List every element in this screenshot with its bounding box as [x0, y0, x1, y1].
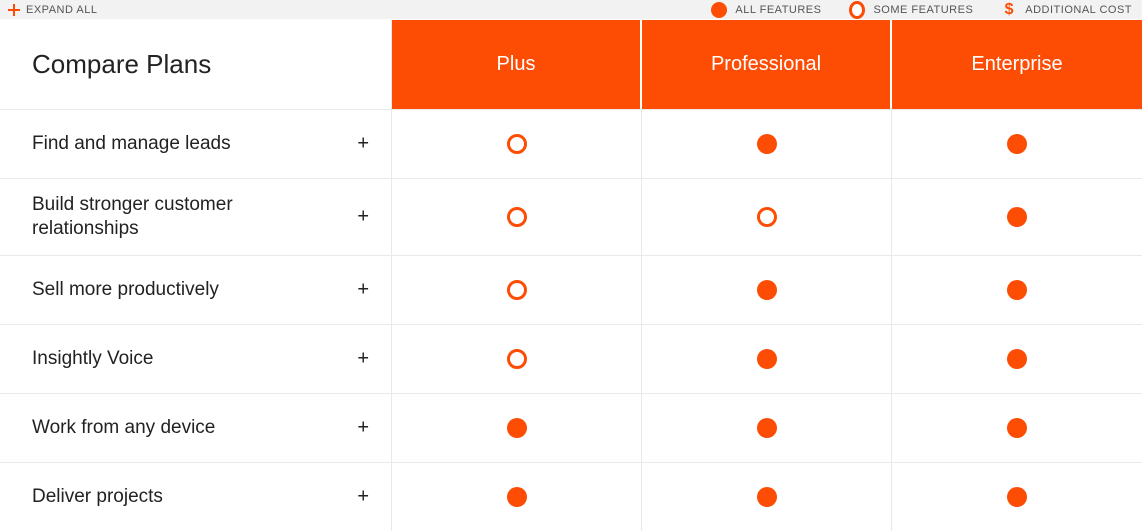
some-features-icon: [507, 349, 527, 369]
legend-additional-cost-label: ADDITIONAL COST: [1025, 4, 1132, 16]
value-cell: [392, 325, 642, 393]
table-row: Sell more productively+: [0, 255, 1142, 324]
some-features-icon: [507, 134, 527, 154]
expand-row-button[interactable]: +: [357, 133, 369, 156]
header-row: Compare Plans Plus Professional Enterpri…: [0, 20, 1142, 109]
expand-row-button[interactable]: +: [357, 205, 369, 228]
value-cell: [392, 463, 642, 531]
topbar: EXPAND ALL ALL FEATURES SOME FEATURES $ …: [0, 0, 1142, 20]
plan-header-enterprise: Enterprise: [892, 20, 1142, 109]
all-features-icon: [1007, 349, 1027, 369]
feature-label: Find and manage leads: [32, 132, 391, 156]
value-cell: [392, 394, 642, 462]
value-cell: [892, 325, 1142, 393]
expand-row-button[interactable]: +: [357, 485, 369, 508]
value-cell: [642, 256, 892, 324]
some-features-icon: [507, 207, 527, 227]
all-features-icon: [507, 487, 527, 507]
feature-cell: Find and manage leads+: [0, 110, 392, 178]
comparison-table: Compare Plans Plus Professional Enterpri…: [0, 20, 1142, 531]
legend-some-features: SOME FEATURES: [849, 2, 973, 18]
value-cell: [392, 256, 642, 324]
feature-cell: Deliver projects+: [0, 463, 392, 531]
plan-header-professional: Professional: [642, 20, 892, 109]
value-cell: [642, 394, 892, 462]
expand-row-button[interactable]: +: [357, 347, 369, 370]
legend-all-features-label: ALL FEATURES: [735, 4, 821, 16]
feature-label: Insightly Voice: [32, 347, 391, 371]
page-title: Compare Plans: [0, 20, 392, 109]
all-features-icon: [757, 487, 777, 507]
expand-all-label: EXPAND ALL: [26, 4, 97, 16]
plan-header-plus: Plus: [392, 20, 642, 109]
value-cell: [892, 394, 1142, 462]
feature-cell: Build stronger customer relationships+: [0, 179, 392, 255]
value-cell: [892, 256, 1142, 324]
value-cell: [392, 110, 642, 178]
all-features-icon: [507, 418, 527, 438]
all-features-icon: [1007, 280, 1027, 300]
feature-cell: Sell more productively+: [0, 256, 392, 324]
table-row: Deliver projects+: [0, 462, 1142, 531]
feature-label: Deliver projects: [32, 485, 391, 509]
legend-all-features: ALL FEATURES: [711, 2, 821, 18]
all-features-icon: [1007, 207, 1027, 227]
all-features-icon: [757, 349, 777, 369]
all-features-icon: [1007, 487, 1027, 507]
some-features-icon: [849, 2, 865, 18]
value-cell: [642, 463, 892, 531]
legend-additional-cost: $ ADDITIONAL COST: [1001, 2, 1132, 18]
value-cell: [892, 110, 1142, 178]
all-features-icon: [1007, 134, 1027, 154]
feature-label: Sell more productively: [32, 278, 391, 302]
all-features-icon: [757, 280, 777, 300]
value-cell: [642, 110, 892, 178]
expand-row-button[interactable]: +: [357, 416, 369, 439]
all-features-icon: [757, 418, 777, 438]
legend: ALL FEATURES SOME FEATURES $ ADDITIONAL …: [711, 2, 1132, 18]
expand-row-button[interactable]: +: [357, 278, 369, 301]
all-features-icon: [711, 2, 727, 18]
feature-cell: Work from any device+: [0, 394, 392, 462]
expand-all-button[interactable]: EXPAND ALL: [8, 4, 97, 16]
legend-some-features-label: SOME FEATURES: [873, 4, 973, 16]
feature-label: Build stronger customer relationships: [32, 193, 391, 241]
some-features-icon: [757, 207, 777, 227]
value-cell: [642, 179, 892, 255]
feature-label: Work from any device: [32, 416, 391, 440]
value-cell: [392, 179, 642, 255]
dollar-icon: $: [1001, 2, 1017, 18]
table-row: Work from any device+: [0, 393, 1142, 462]
all-features-icon: [757, 134, 777, 154]
table-row: Insightly Voice+: [0, 324, 1142, 393]
feature-cell: Insightly Voice+: [0, 325, 392, 393]
value-cell: [892, 463, 1142, 531]
table-row: Find and manage leads+: [0, 109, 1142, 178]
table-row: Build stronger customer relationships+: [0, 178, 1142, 255]
value-cell: [642, 325, 892, 393]
plus-icon: [8, 4, 20, 16]
some-features-icon: [507, 280, 527, 300]
all-features-icon: [1007, 418, 1027, 438]
value-cell: [892, 179, 1142, 255]
